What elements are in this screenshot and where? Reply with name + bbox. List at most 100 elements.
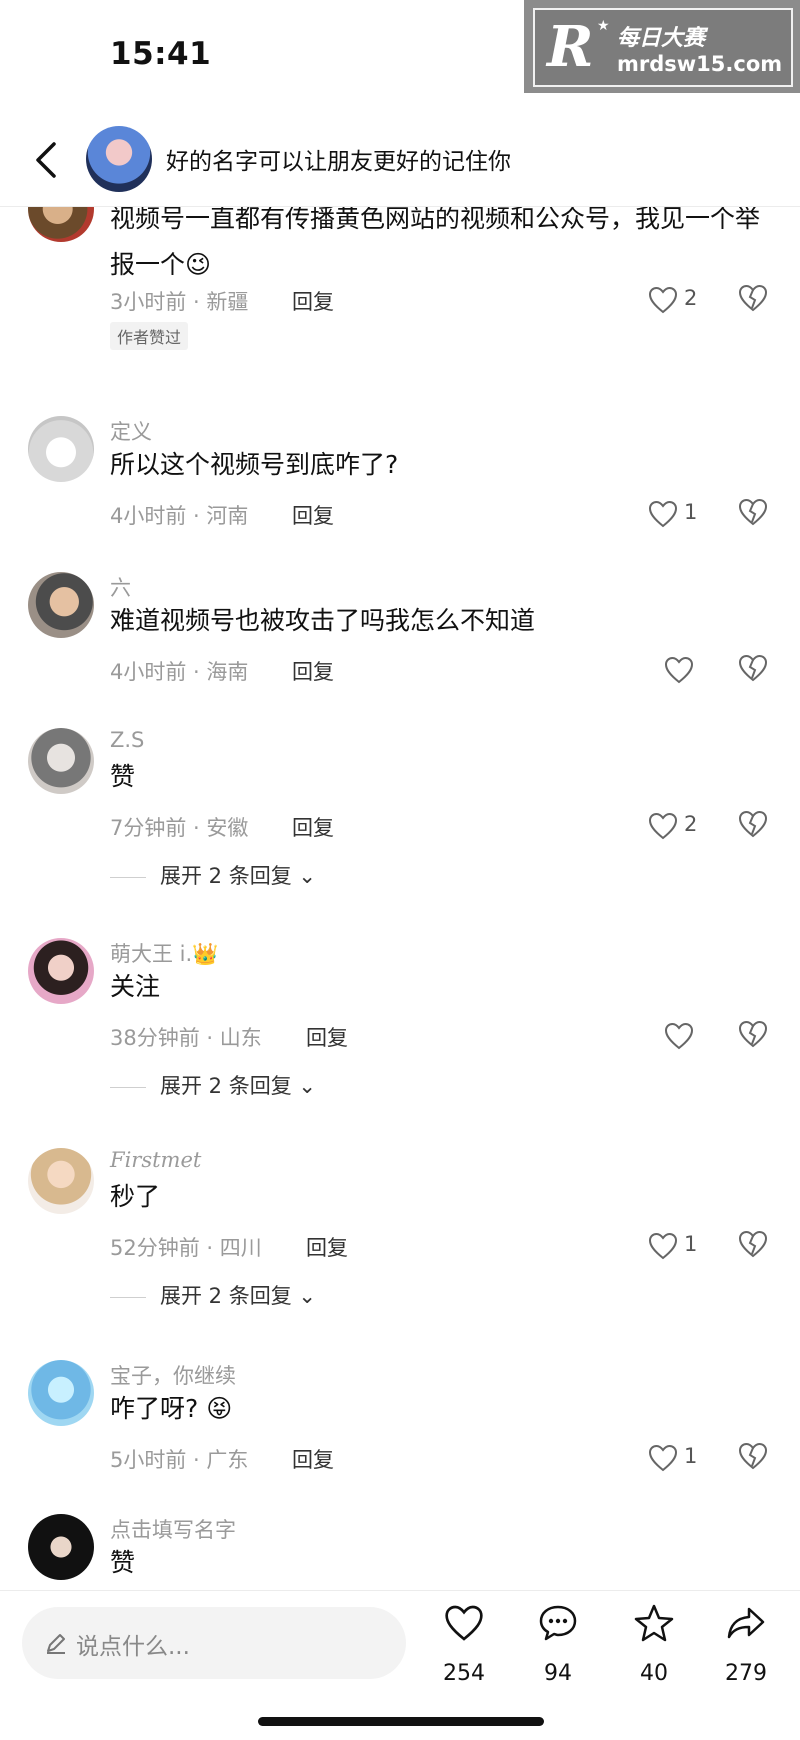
comment-list[interactable]: 视频号一直都有传播黄色网站的视频和公众号，我见一个举报一个😉 3小时前 · 新疆… <box>0 206 800 1590</box>
dislike-button[interactable] <box>738 498 770 532</box>
dislike-button[interactable] <box>738 810 770 844</box>
like-count: 1 <box>684 1444 698 1468</box>
reply-button[interactable]: 回复 <box>292 812 334 842</box>
heart-icon <box>664 656 694 684</box>
broken-heart-icon <box>738 1020 768 1048</box>
like-count: 2 <box>684 286 698 310</box>
avatar[interactable] <box>28 416 94 482</box>
comment-content: 视频号一直都有传播黄色网站的视频和公众号，我见一个举报一个😉 <box>110 206 761 279</box>
expand-replies-label: 展开 2 条回复 <box>160 1284 292 1308</box>
comment-meta: 3小时前 · 新疆 <box>110 290 249 314</box>
comment-button[interactable]: 94 <box>518 1603 598 1703</box>
chevron-down-icon: ⌄ <box>291 1074 316 1098</box>
expand-replies-button[interactable]: 展开 2 条回复 ⌄ <box>110 860 316 890</box>
watermark-logo: R ★ 每日大赛 mrdsw15.com <box>524 0 800 93</box>
avatar[interactable] <box>28 1148 94 1214</box>
share-arrow-icon <box>727 1607 765 1639</box>
avatar[interactable] <box>28 938 94 1004</box>
like-button[interactable]: 2 <box>648 284 728 318</box>
expand-replies-button[interactable]: 展开 2 条回复 ⌄ <box>110 1280 316 1310</box>
comment-meta: 38分钟前 · 山东 <box>110 1026 262 1050</box>
heart-icon <box>648 1232 678 1260</box>
chevron-down-icon: ⌄ <box>291 1284 316 1308</box>
reply-button[interactable]: 回复 <box>292 500 334 530</box>
avatar[interactable] <box>28 728 94 794</box>
reply-button[interactable]: 回复 <box>306 1022 348 1052</box>
comment-meta: 52分钟前 · 四川 <box>110 1236 262 1260</box>
like-count: 254 <box>443 1661 485 1686</box>
favorite-button[interactable]: 40 <box>614 1603 694 1703</box>
comment-username[interactable]: Firstmet <box>110 1148 201 1172</box>
home-indicator[interactable] <box>258 1717 544 1726</box>
like-button[interactable]: 1 <box>648 1442 728 1476</box>
favorite-count: 40 <box>640 1661 668 1686</box>
comment-username[interactable]: Z.S <box>110 728 144 752</box>
chevron-down-icon: ⌄ <box>291 864 316 888</box>
broken-heart-icon <box>738 284 768 312</box>
divider <box>110 1296 146 1298</box>
reply-button[interactable]: 回复 <box>306 1232 348 1262</box>
heart-icon <box>648 286 678 314</box>
comment-count: 94 <box>544 1661 572 1686</box>
comment-bubble-icon <box>539 1605 577 1641</box>
comment-content: 关注 <box>110 972 161 1001</box>
comment-content: 咋了呀? 😝 <box>110 1394 233 1423</box>
dislike-button[interactable] <box>738 1020 770 1054</box>
comment-content: 所以这个视频号到底咋了? <box>110 450 399 479</box>
heart-icon <box>664 1022 694 1050</box>
avatar[interactable] <box>28 572 94 638</box>
expand-replies-label: 展开 2 条回复 <box>160 1074 292 1098</box>
avatar[interactable] <box>28 1360 94 1426</box>
expand-replies-label: 展开 2 条回复 <box>160 864 292 888</box>
star-icon <box>634 1604 674 1642</box>
heart-icon <box>648 812 678 840</box>
like-button[interactable] <box>664 1020 744 1054</box>
reply-button[interactable]: 回复 <box>292 1444 334 1474</box>
page-title: 好的名字可以让朋友更好的记住你 <box>166 149 511 175</box>
like-button[interactable]: 1 <box>648 1230 728 1264</box>
reply-button[interactable]: 回复 <box>292 286 334 316</box>
expand-replies-button[interactable]: 展开 2 条回复 ⌄ <box>110 1070 316 1100</box>
watermark-r-logo: R <box>547 14 594 80</box>
avatar[interactable] <box>86 126 152 192</box>
comment-input[interactable]: 说点什么... <box>22 1607 406 1679</box>
reply-button[interactable]: 回复 <box>292 656 334 686</box>
heart-icon <box>648 500 678 528</box>
heart-icon <box>648 1444 678 1472</box>
author-liked-badge: 作者赞过 <box>110 322 189 350</box>
broken-heart-icon <box>738 654 768 682</box>
like-count: 1 <box>684 500 698 524</box>
avatar[interactable] <box>28 1514 94 1580</box>
divider <box>110 1086 146 1088</box>
like-count: 1 <box>684 1232 698 1256</box>
comment-meta: 7分钟前 · 安徽 <box>110 816 249 840</box>
dislike-button[interactable] <box>738 1230 770 1264</box>
comment-meta: 5小时前 · 广东 <box>110 1448 249 1472</box>
divider <box>110 876 146 878</box>
comment-content: 秒了 <box>110 1182 161 1211</box>
comment-meta: 4小时前 · 海南 <box>110 660 249 684</box>
like-button[interactable]: 1 <box>648 498 728 532</box>
dislike-button[interactable] <box>738 284 770 318</box>
like-button[interactable]: 2 <box>648 810 728 844</box>
avatar[interactable] <box>28 206 94 242</box>
broken-heart-icon <box>738 1442 768 1470</box>
comment-content: 赞 <box>110 762 136 791</box>
like-post-button[interactable]: 254 <box>424 1603 504 1703</box>
comment-content: 难道视频号也被攻击了吗我怎么不知道 <box>110 606 536 635</box>
share-count: 279 <box>725 1661 767 1686</box>
like-count: 2 <box>684 812 698 836</box>
watermark-title: 每日大赛 <box>617 26 706 51</box>
comment-input-placeholder: 说点什么... <box>76 1634 190 1660</box>
like-button[interactable] <box>664 654 744 688</box>
status-time: 15:41 <box>110 36 212 72</box>
share-button[interactable]: 279 <box>706 1603 786 1703</box>
dislike-button[interactable] <box>738 654 770 688</box>
back-button[interactable] <box>28 138 68 182</box>
dislike-button[interactable] <box>738 1442 770 1476</box>
pencil-icon <box>47 1634 65 1654</box>
star-icon: ★ <box>597 18 610 34</box>
watermark-url: mrdsw15.com <box>617 52 783 76</box>
chevron-left-icon <box>36 142 56 178</box>
comment-content: 赞 <box>110 1548 136 1577</box>
